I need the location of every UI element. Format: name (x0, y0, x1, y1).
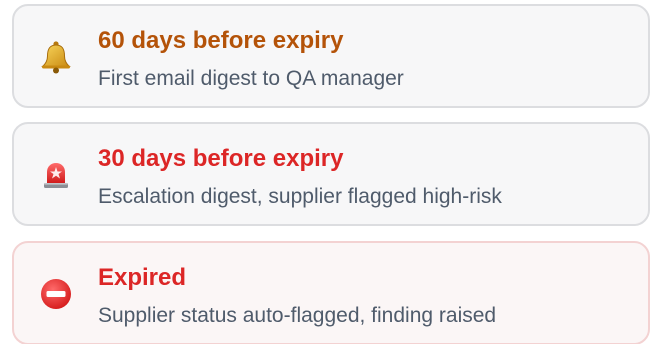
reminder-title: 60 days before expiry (98, 27, 344, 54)
reminder-title: Expired (98, 264, 187, 291)
reminder-description: Supplier status auto-flagged, finding ra… (98, 304, 497, 327)
reminder-description: First email digest to QA manager (98, 67, 404, 90)
police-light-icon (44, 163, 68, 188)
bell-icon (41, 41, 71, 74)
reminder-title: 30 days before expiry (98, 145, 344, 172)
expiry-reminder-list: 60 days before expiry First email digest… (0, 0, 655, 344)
no-entry-icon (41, 279, 71, 309)
reminder-card-60-days: 60 days before expiry First email digest… (12, 4, 650, 108)
reminder-description: Escalation digest, supplier flagged high… (98, 185, 502, 208)
reminder-card-expired: Expired Supplier status auto-flagged, fi… (12, 241, 650, 344)
reminder-card-30-days: 30 days before expiry Escalation digest,… (12, 122, 650, 226)
